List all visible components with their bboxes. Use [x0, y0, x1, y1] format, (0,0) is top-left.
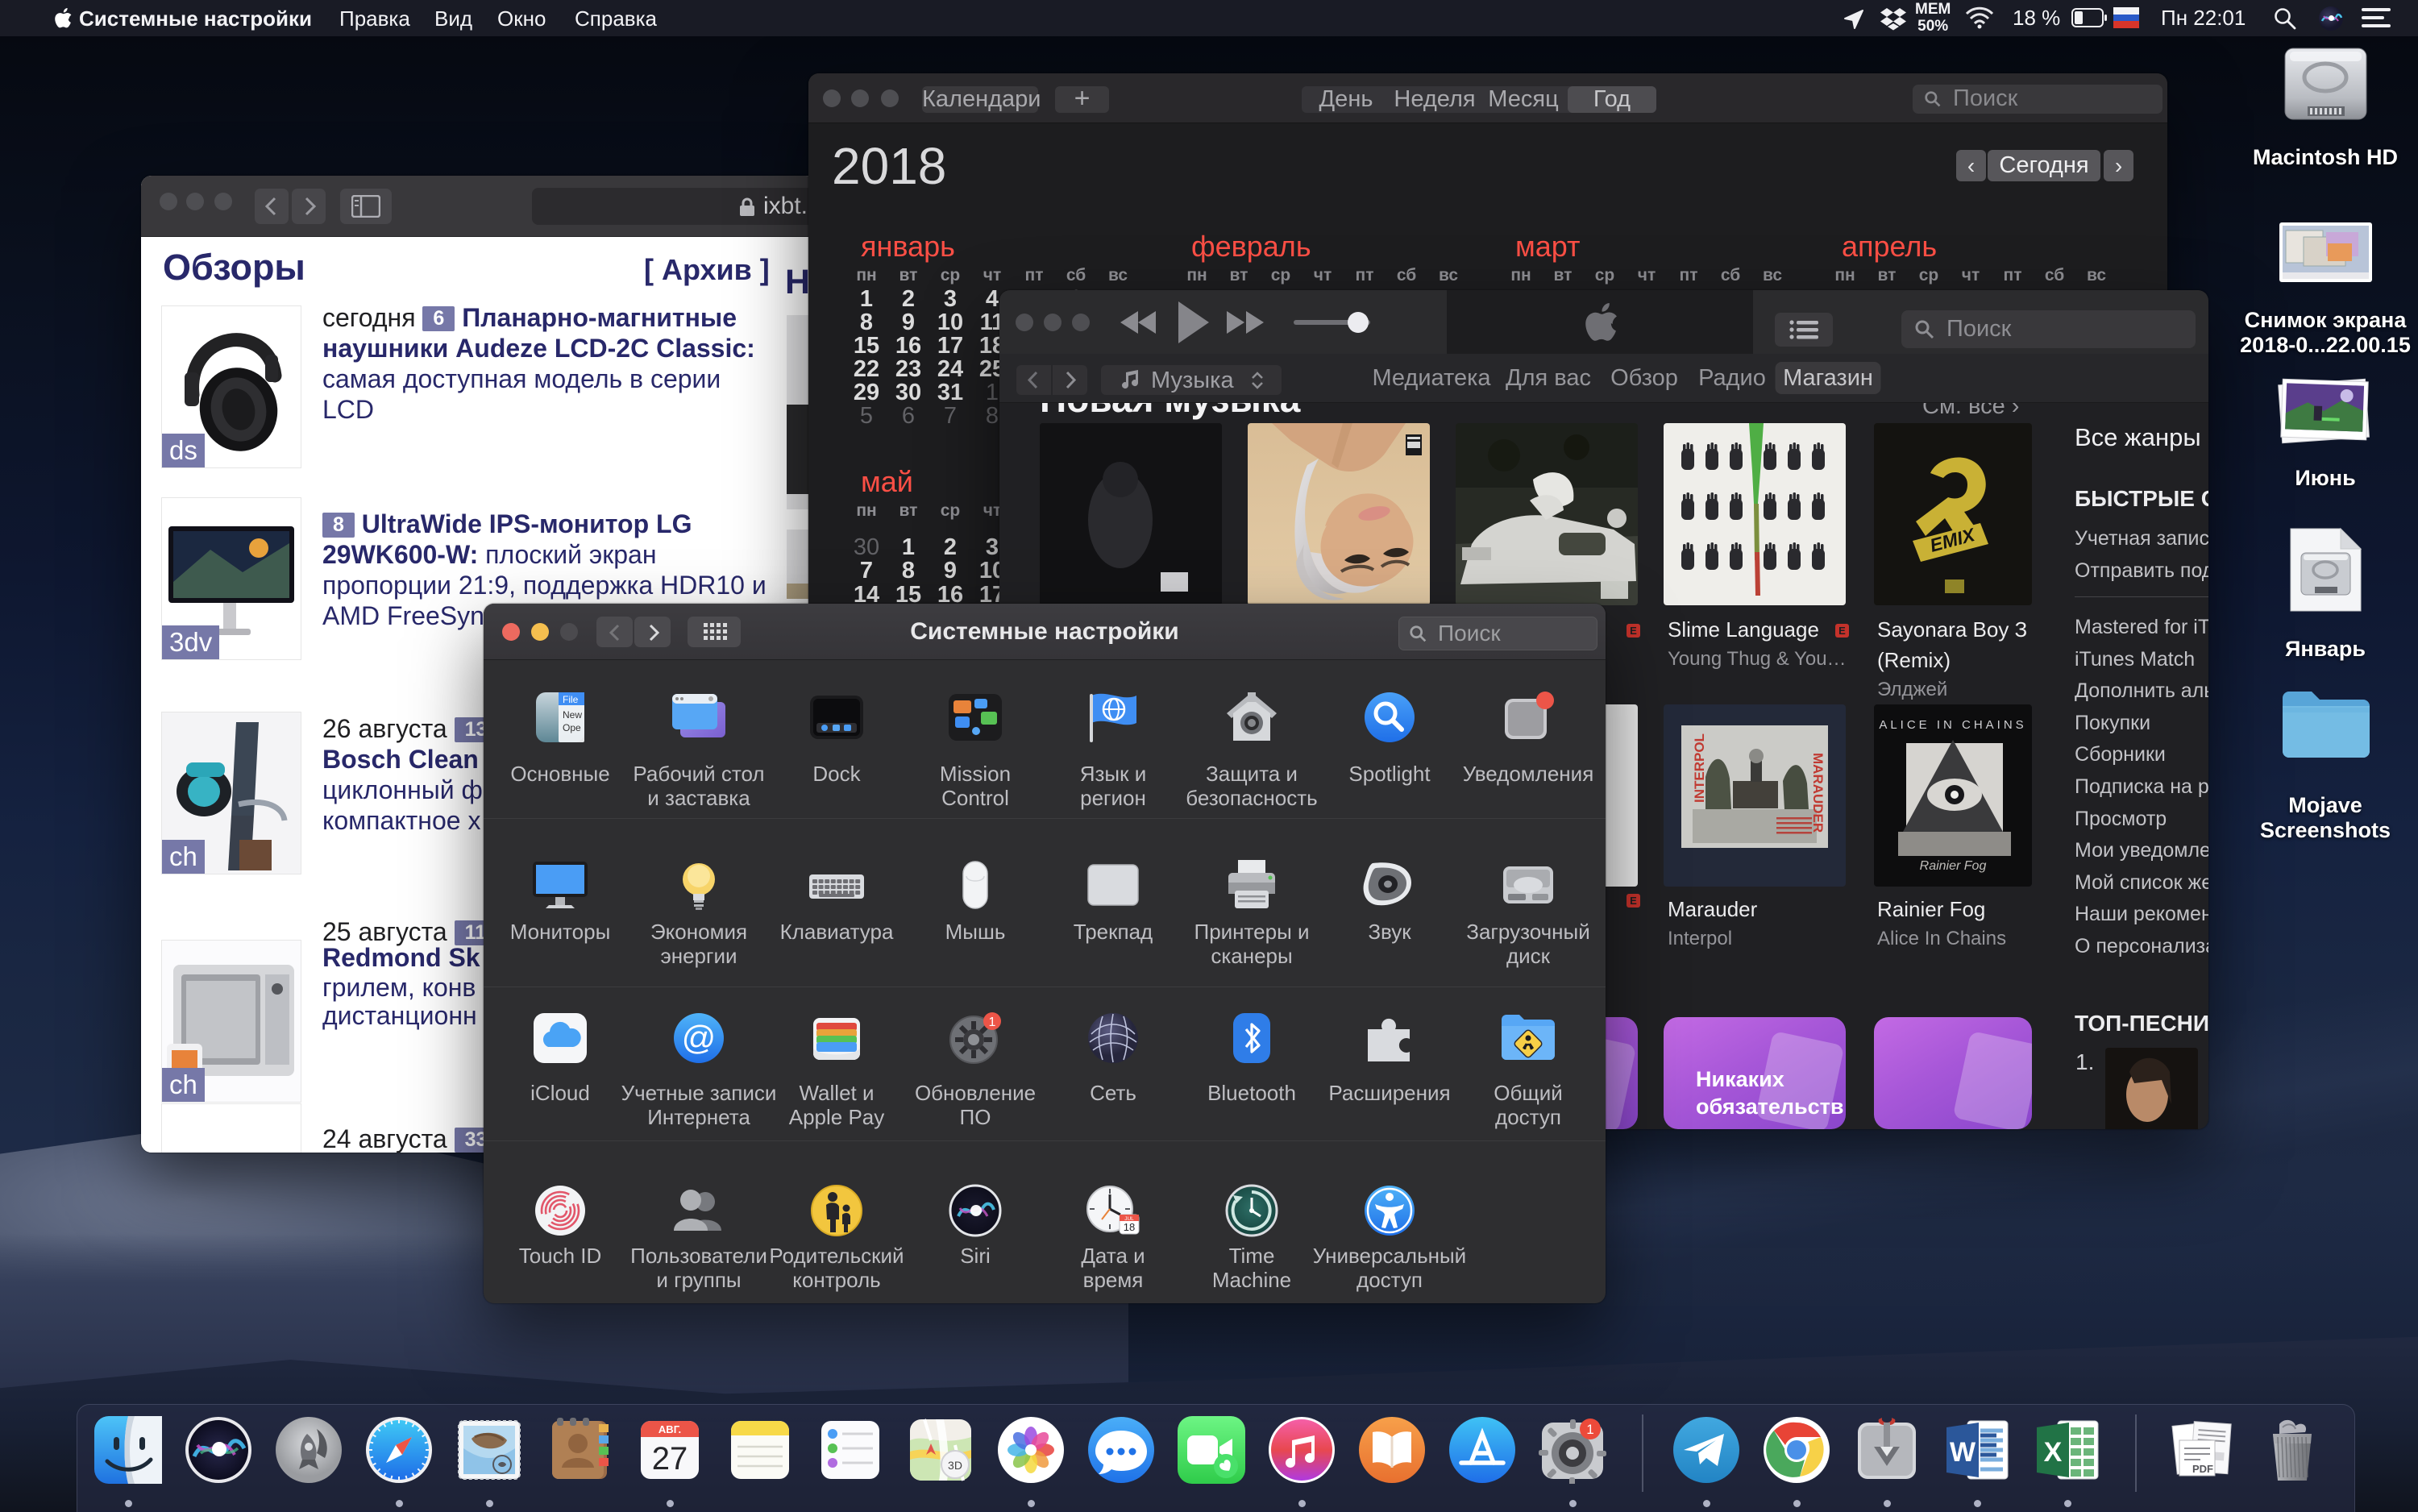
svg-text:MARAUDER: MARAUDER	[1810, 753, 1826, 833]
svg-text:W: W	[1950, 1437, 1976, 1468]
svg-text:3D: 3D	[948, 1459, 962, 1472]
svg-text:1: 1	[988, 1016, 995, 1029]
svg-text:INTERPOL: INTERPOL	[1692, 733, 1707, 803]
svg-text:New: New	[563, 709, 582, 721]
svg-text:ALICE IN CHAINS: ALICE IN CHAINS	[1879, 718, 2026, 732]
svg-text:File: File	[563, 694, 579, 705]
svg-text:18: 18	[1123, 1221, 1134, 1233]
svg-text:Ope: Ope	[563, 722, 581, 733]
svg-text:27: 27	[652, 1441, 688, 1477]
svg-text:X: X	[2044, 1437, 2063, 1468]
svg-text:АВГ.: АВГ.	[659, 1423, 681, 1435]
svg-text:@: @	[681, 1019, 716, 1057]
svg-text:PDF: PDF	[2192, 1463, 2213, 1475]
svg-text:Rainier Fog: Rainier Fog	[1920, 859, 1987, 873]
svg-text:1: 1	[1586, 1422, 1593, 1437]
